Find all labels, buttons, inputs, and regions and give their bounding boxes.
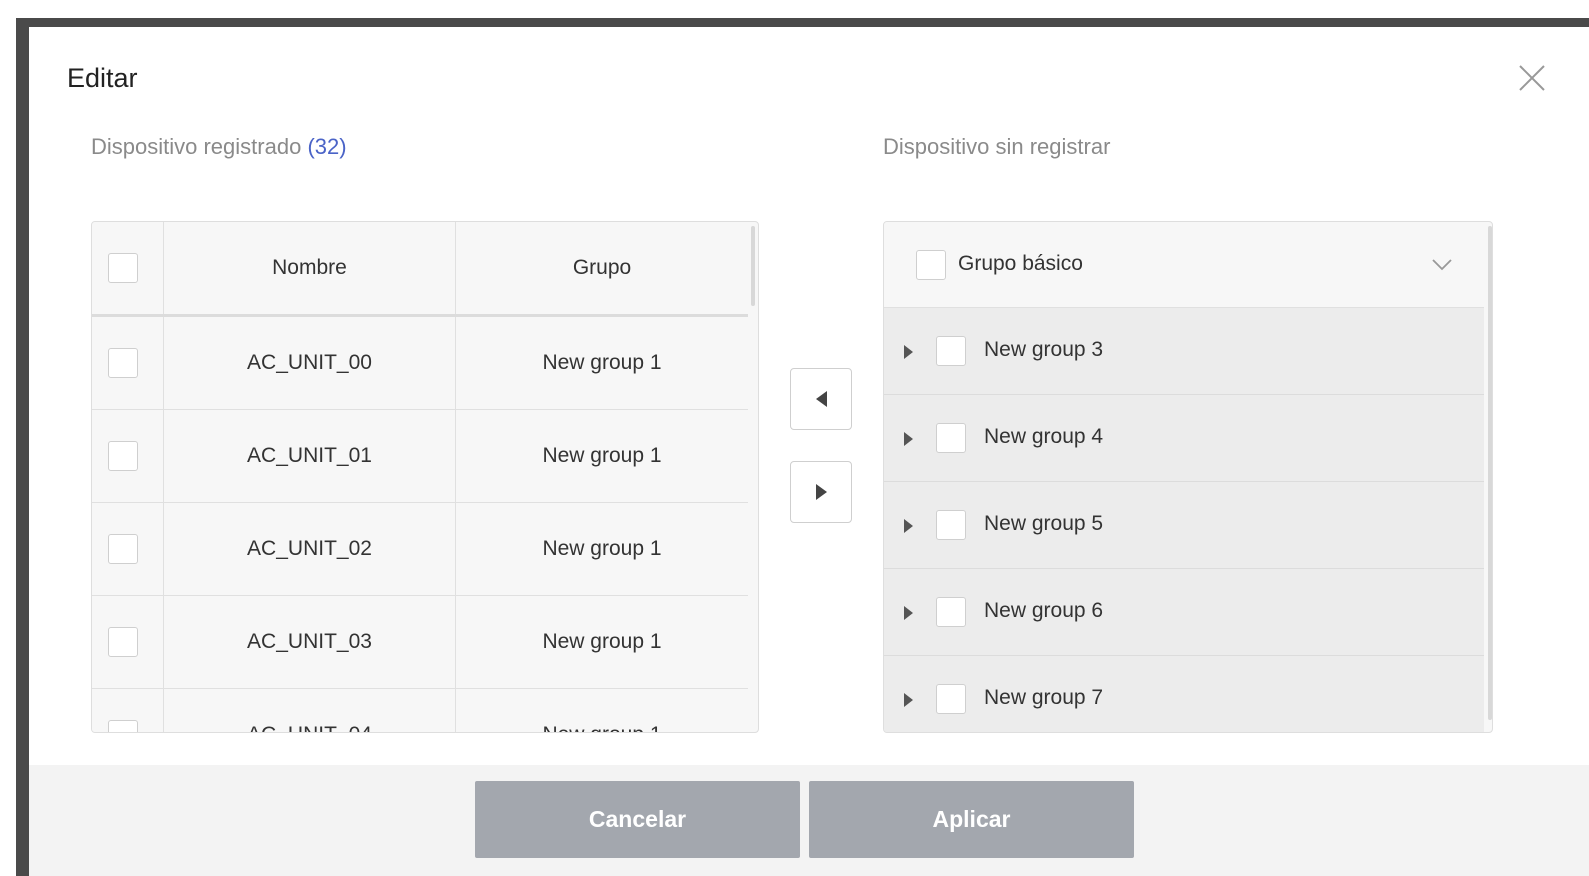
- expand-caret-icon[interactable]: [904, 519, 913, 533]
- table-row[interactable]: AC_UNIT_04 New group 1: [92, 689, 748, 732]
- row-check-cell: [92, 503, 164, 595]
- edit-dialog: Editar Dispositivo registrado (32) Dispo…: [29, 27, 1589, 876]
- device-group: New group 1: [456, 689, 748, 732]
- cancel-button[interactable]: Cancelar: [475, 781, 800, 858]
- group-label: New group 5: [984, 512, 1104, 535]
- device-group: New group 1: [542, 630, 662, 653]
- row-check-cell: [92, 317, 164, 409]
- group-label: New group 3: [984, 338, 1104, 361]
- row-checkbox[interactable]: [108, 720, 138, 732]
- group-label: New group 7: [984, 686, 1104, 709]
- table-scrollbar[interactable]: [751, 226, 755, 306]
- row-checkbox[interactable]: [108, 534, 138, 564]
- expand-caret-icon[interactable]: [904, 606, 913, 620]
- group-label: New group 4: [984, 425, 1104, 448]
- header-check-cell: [92, 222, 164, 314]
- group-item[interactable]: New group 5: [884, 482, 1484, 569]
- group-checkbox[interactable]: [936, 684, 966, 714]
- expand-caret-icon[interactable]: [904, 432, 913, 446]
- table-row[interactable]: AC_UNIT_00 New group 1: [92, 317, 748, 410]
- chevron-down-icon[interactable]: [1430, 252, 1454, 276]
- group-select-all-checkbox[interactable]: [916, 250, 946, 280]
- unregistered-devices-list: Grupo básico New group 3 New group 4 New…: [883, 221, 1493, 733]
- select-all-checkbox[interactable]: [108, 253, 138, 283]
- move-right-button[interactable]: [790, 461, 852, 523]
- group-checkbox[interactable]: [936, 597, 966, 627]
- table-row[interactable]: AC_UNIT_02 New group 1: [92, 503, 748, 596]
- backdrop-left: [0, 0, 16, 876]
- group-item[interactable]: New group 4: [884, 395, 1484, 482]
- device-group: New group 1: [542, 444, 662, 467]
- row-checkbox[interactable]: [108, 627, 138, 657]
- registered-devices-title: Dispositivo registrado (32): [91, 134, 347, 160]
- group-dropdown-label: Grupo básico: [958, 252, 1083, 275]
- backdrop: [0, 0, 1589, 18]
- column-header-group[interactable]: Grupo: [456, 222, 748, 314]
- row-checkbox[interactable]: [108, 441, 138, 471]
- group-item[interactable]: New group 3: [884, 308, 1484, 395]
- device-name: AC_UNIT_01: [164, 410, 456, 502]
- close-icon[interactable]: [1517, 63, 1547, 93]
- dialog-title: Editar: [67, 63, 138, 93]
- row-check-cell: [92, 596, 164, 688]
- arrow-left-icon: [815, 391, 827, 407]
- dialog-footer: Cancelar Aplicar: [29, 765, 1589, 876]
- move-left-button[interactable]: [790, 368, 852, 430]
- device-name: AC_UNIT_03: [164, 596, 456, 688]
- group-item[interactable]: New group 7: [884, 656, 1484, 732]
- expand-caret-icon[interactable]: [904, 345, 913, 359]
- group-label: New group 6: [984, 599, 1104, 622]
- table-row[interactable]: AC_UNIT_03 New group 1: [92, 596, 748, 689]
- expand-caret-icon[interactable]: [904, 693, 913, 707]
- row-check-cell: [92, 410, 164, 502]
- row-checkbox[interactable]: [108, 348, 138, 378]
- table-header: Nombre Grupo: [92, 222, 748, 317]
- group-item[interactable]: New group 6: [884, 569, 1484, 656]
- registered-title-label: Dispositivo registrado: [91, 134, 302, 159]
- apply-button[interactable]: Aplicar: [809, 781, 1134, 858]
- table-row[interactable]: AC_UNIT_01 New group 1: [92, 410, 748, 503]
- arrow-right-icon: [815, 484, 827, 500]
- row-check-cell: [92, 689, 164, 732]
- column-header-name[interactable]: Nombre: [164, 222, 456, 314]
- list-scrollbar[interactable]: [1488, 226, 1492, 720]
- device-group: New group 1: [542, 351, 662, 374]
- group-dropdown[interactable]: Grupo básico: [884, 222, 1484, 308]
- group-checkbox[interactable]: [936, 336, 966, 366]
- device-name: AC_UNIT_02: [164, 503, 456, 595]
- registered-count: (32): [307, 134, 347, 159]
- device-group: New group 1: [542, 537, 662, 560]
- group-checkbox[interactable]: [936, 423, 966, 453]
- group-checkbox[interactable]: [936, 510, 966, 540]
- device-name: AC_UNIT_04: [164, 689, 456, 732]
- registered-devices-table: Nombre Grupo AC_UNIT_00 New group 1 AC_U…: [91, 221, 759, 733]
- device-name: AC_UNIT_00: [164, 317, 456, 409]
- unregistered-devices-title: Dispositivo sin registrar: [883, 134, 1111, 159]
